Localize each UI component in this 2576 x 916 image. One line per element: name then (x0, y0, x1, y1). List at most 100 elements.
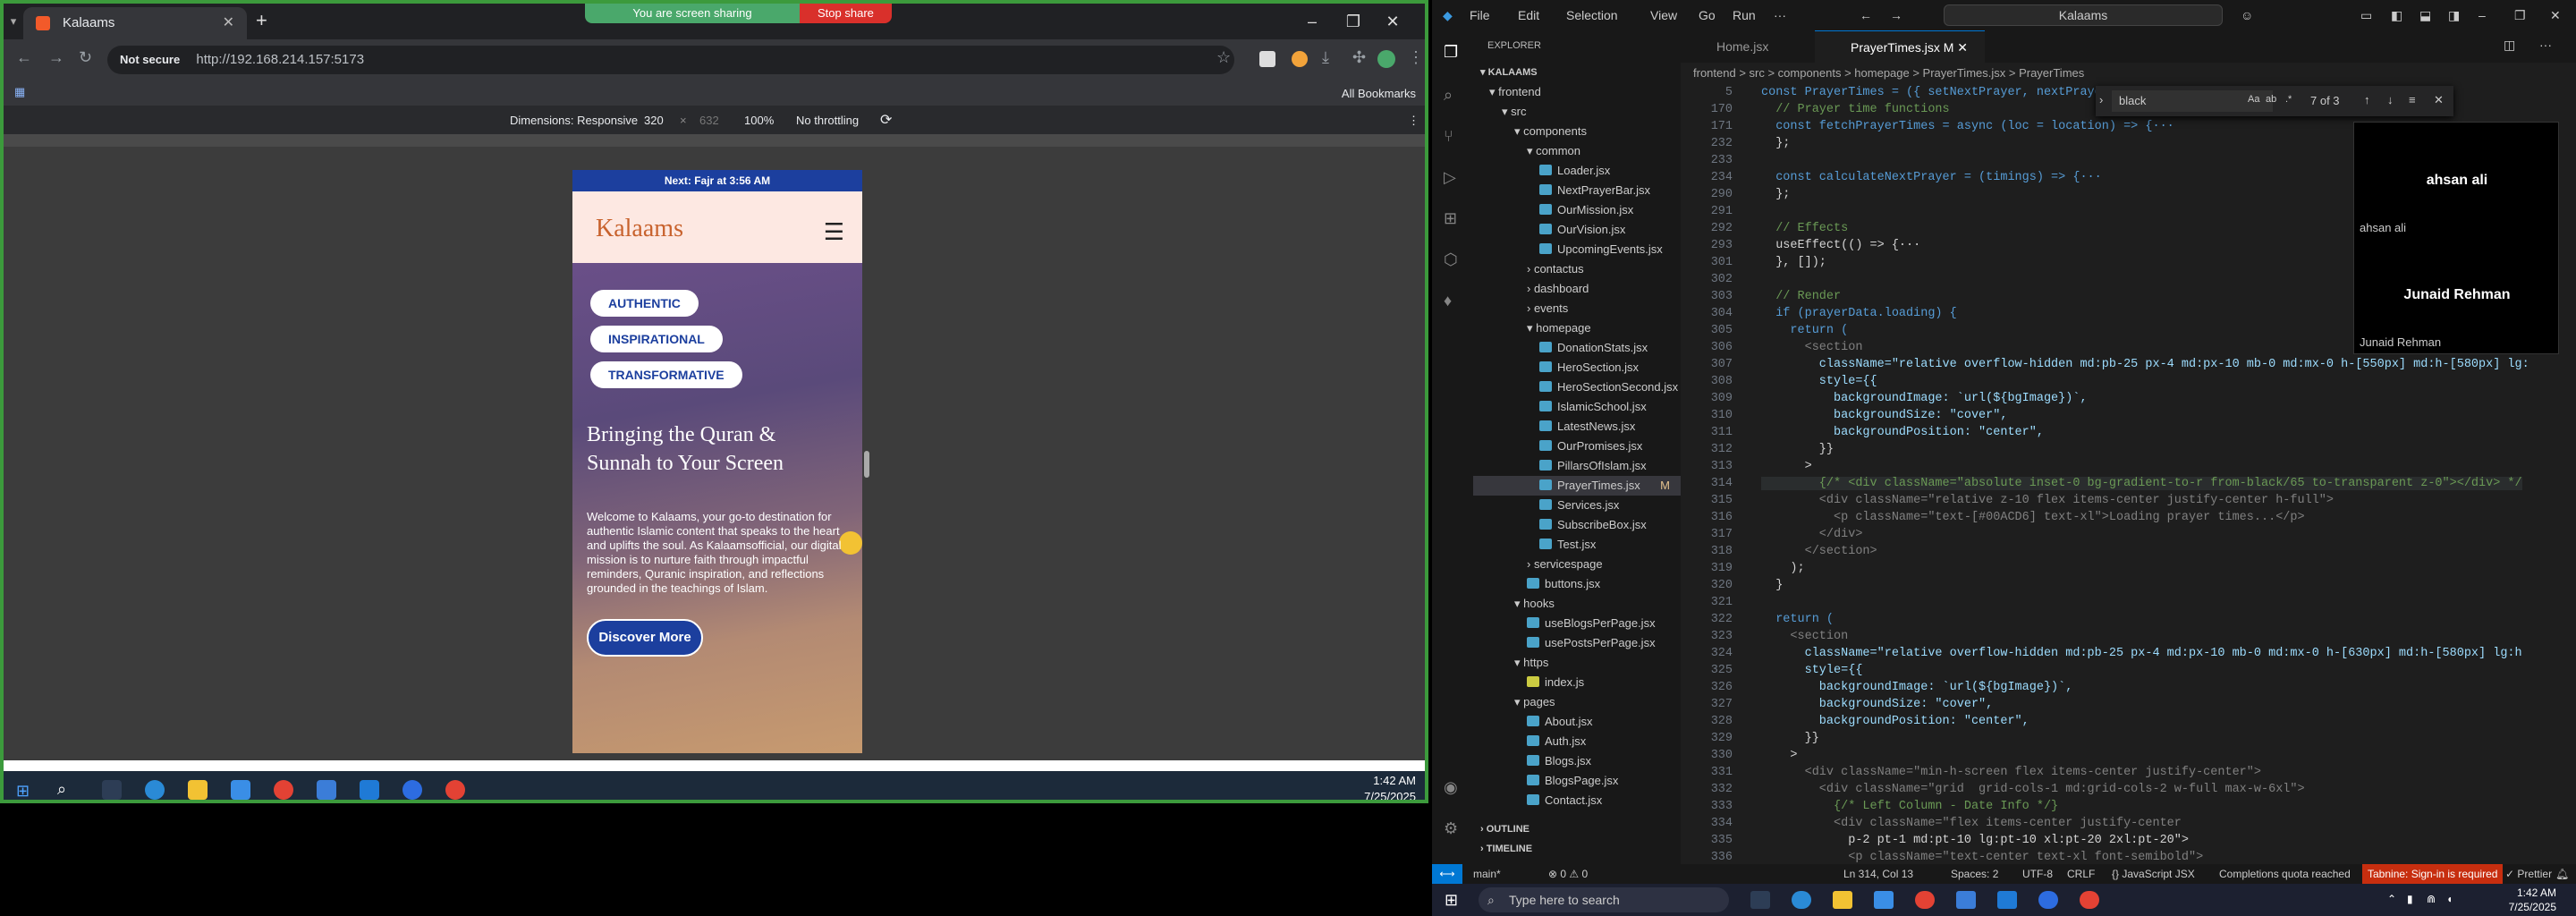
resize-handle[interactable] (864, 451, 869, 478)
menu-item[interactable]: ··· (1774, 8, 1786, 22)
chrome-icon-2[interactable] (445, 780, 465, 800)
line-ending[interactable]: CRLF (2067, 864, 2095, 884)
battery-icon[interactable]: ▮ (2407, 893, 2413, 905)
layout-icon[interactable]: ▭ (2360, 8, 2372, 23)
file-item[interactable]: Auth.jsx (1473, 732, 1586, 751)
file-item[interactable]: buttons.jsx (1473, 574, 1600, 594)
kalaams-logo[interactable]: Kalaams (596, 215, 683, 243)
new-tab-icon[interactable]: + (256, 9, 267, 32)
cursor-position[interactable]: Ln 314, Col 13 (1843, 864, 1913, 884)
outline-section[interactable]: › OUTLINE (1480, 819, 1530, 839)
folder-item[interactable]: › events (1473, 299, 1568, 318)
folder-item[interactable]: ▾ common (1473, 141, 1580, 161)
search-icon[interactable]: ⌕ (1444, 86, 1462, 104)
whole-word-icon[interactable]: ab (2266, 94, 2276, 105)
folder-item[interactable]: ▾ homepage (1473, 318, 1591, 338)
prev-match-icon[interactable]: ↑ (2364, 93, 2370, 106)
hamburger-menu-icon[interactable]: ☰ (824, 218, 844, 246)
edge-icon[interactable] (1792, 891, 1811, 909)
chrome-menu-icon[interactable]: ⋮ (1408, 48, 1424, 67)
split-editor-icon[interactable]: ◫ (2504, 38, 2515, 53)
file-item[interactable]: HeroSectionSecond.jsx (1473, 377, 1678, 397)
discover-more-button[interactable]: Discover More (587, 619, 703, 657)
file-item[interactable]: usePostsPerPage.jsx (1473, 633, 1656, 653)
file-item[interactable]: OurVision.jsx (1473, 220, 1625, 240)
vscode-taskbar-icon[interactable] (1997, 891, 2017, 909)
close-window-icon[interactable]: ✕ (1372, 4, 1413, 39)
tray-chevron-icon[interactable]: ⌃ (2387, 893, 2396, 905)
mongodb-icon[interactable]: ♦ (1444, 292, 1462, 310)
accounts-icon[interactable]: ◉ (1444, 778, 1462, 796)
tab-home-jsx[interactable]: Home.jsx (1681, 30, 1815, 63)
store-icon[interactable] (1874, 891, 1894, 909)
reload-icon[interactable]: ↻ (79, 48, 92, 67)
manage-gear-icon[interactable]: ⚙ (1444, 819, 1462, 837)
profile-avatar[interactable] (1377, 50, 1395, 68)
file-explorer-icon[interactable] (1833, 891, 1852, 909)
source-control-icon[interactable]: ⑂ (1444, 127, 1462, 145)
run-debug-icon[interactable]: ▷ (1444, 168, 1462, 186)
find-selection-icon[interactable]: ≡ (2409, 93, 2416, 106)
command-center-search[interactable]: Kalaams (1944, 4, 2223, 26)
network-icon[interactable]: ⋒ (2427, 893, 2436, 905)
file-item[interactable]: Contact.jsx (1473, 791, 1602, 810)
url-input[interactable]: Not secure http://192.168.214.157:5173 (107, 46, 1234, 74)
file-item[interactable]: DonationStats.jsx (1473, 338, 1648, 358)
taskbar-search-icon[interactable]: ⌕ (57, 780, 66, 799)
chrome-icon[interactable] (1915, 891, 1935, 909)
toggle-sidebar-icon[interactable]: ◧ (2391, 8, 2402, 23)
nav-forward-icon[interactable]: → (1890, 8, 1902, 22)
toggle-secondary-icon[interactable]: ◨ (2448, 8, 2460, 23)
extensions-puzzle-icon[interactable]: ✣ (1352, 48, 1366, 67)
explorer-icon[interactable]: ❐ (1444, 43, 1462, 61)
file-item[interactable]: OurMission.jsx (1473, 200, 1633, 220)
back-icon[interactable]: ← (16, 48, 32, 67)
file-item[interactable]: NextPrayerBar.jsx (1473, 181, 1650, 200)
menu-item[interactable]: Selection (1566, 8, 1618, 22)
file-item[interactable]: Services.jsx (1473, 496, 1619, 515)
bookmark-star-icon[interactable]: ☆ (1216, 48, 1231, 67)
toggle-panel-icon[interactable]: ⬓ (2419, 8, 2431, 23)
folder-item[interactable]: › dashboard (1473, 279, 1589, 299)
vs-minimize-icon[interactable]: – (2479, 8, 2486, 22)
extension-icon[interactable] (1259, 51, 1275, 67)
file-item[interactable]: UpcomingEvents.jsx (1473, 240, 1663, 259)
file-item[interactable]: Loader.jsx (1473, 161, 1610, 181)
zoom-select[interactable]: 100% (744, 114, 774, 127)
tab-menu-icon[interactable]: ▾ (4, 4, 23, 39)
width-input[interactable]: 320 (644, 114, 664, 127)
app-icon[interactable] (1956, 891, 1976, 909)
more-actions-icon[interactable]: ··· (2539, 38, 2552, 52)
vs-close-icon[interactable]: ✕ (2550, 8, 2561, 23)
menu-item[interactable]: View (1650, 8, 1677, 22)
folder-item[interactable]: › servicespage (1473, 555, 1603, 574)
vs-restore-icon[interactable]: ❐ (2514, 8, 2526, 23)
file-item[interactable]: index.js (1473, 673, 1584, 692)
extensions-icon[interactable]: ⊞ (1444, 209, 1462, 227)
tab-prayertimes-jsx[interactable]: PrayerTimes.jsx M ✕ (1815, 30, 1985, 63)
file-item[interactable]: Test.jsx (1473, 535, 1596, 555)
task-view-icon[interactable] (1750, 891, 1770, 909)
notifications-bell-icon[interactable]: 🔔︎ (2555, 864, 2569, 884)
extension-icon-2[interactable] (1292, 51, 1308, 67)
file-item[interactable]: HeroSection.jsx (1473, 358, 1639, 377)
system-clock[interactable]: 1:42 AM 7/25/2025 (2509, 886, 2556, 914)
chrome-icon[interactable] (274, 780, 293, 800)
file-item[interactable]: PrayerTimes.jsx M (1473, 476, 1681, 496)
file-item[interactable]: About.jsx (1473, 712, 1592, 732)
folder-item[interactable]: ▾ frontend (1473, 82, 1541, 102)
zoom-taskbar-icon[interactable] (402, 780, 422, 800)
download-icon[interactable]: ⤓ (1322, 48, 1329, 67)
forward-icon[interactable]: → (48, 48, 64, 67)
file-item[interactable]: BlogsPage.jsx (1473, 771, 1618, 791)
prettier-status[interactable]: ✓ Prettier (2505, 864, 2552, 884)
file-explorer-icon[interactable] (188, 780, 208, 800)
close-find-icon[interactable]: ✕ (2434, 93, 2444, 107)
close-tab-icon[interactable]: ✕ (223, 7, 234, 39)
copilot-icon[interactable]: ☺ (2241, 8, 2253, 22)
height-input[interactable]: 632 (699, 114, 719, 127)
minimize-icon[interactable]: – (1292, 4, 1333, 39)
close-tab-icon[interactable]: ✕ (1957, 40, 1968, 55)
language-mode[interactable]: {} JavaScript JSX (2112, 864, 2195, 884)
device-toolbar-menu-icon[interactable]: ⋮ (1408, 114, 1419, 128)
